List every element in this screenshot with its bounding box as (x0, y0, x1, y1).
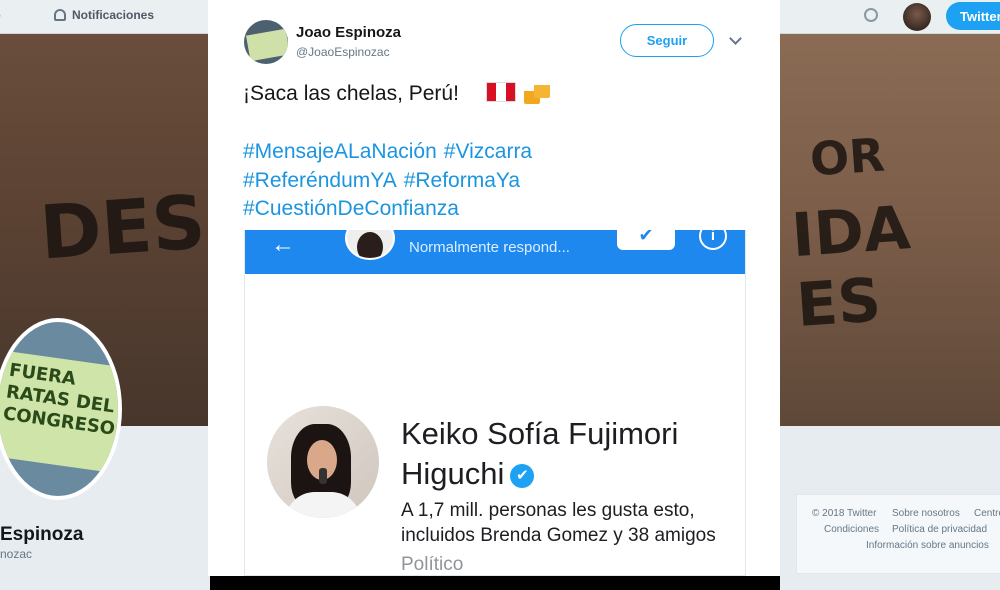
author-name[interactable]: Joao Espinoza (296, 24, 401, 41)
footer-link-terms[interactable]: Condiciones (824, 524, 879, 535)
page-likes-text: A 1,7 mill. personas les gusta esto, inc… (401, 500, 716, 546)
hashtag-link[interactable]: #ReferéndumYA (243, 169, 397, 192)
hashtag-line-2: #ReferéndumYA #ReformaYa (243, 167, 539, 196)
hashtag-line-1: #MensajeALaNación #Vizcarra (243, 138, 539, 167)
messenger-contact-avatar (345, 230, 395, 260)
author-handle[interactable]: @JoaoEspinozac (296, 45, 390, 59)
tweet-modal: Joao Espinoza @JoaoEspinozac Seguir ¡Sac… (208, 0, 780, 576)
flag-stripe-center (496, 83, 506, 101)
microphone-icon (319, 468, 327, 484)
verified-badge-icon: ✔ (510, 464, 535, 488)
profile-avatar[interactable]: FUERA RATAS DEL CONGRESO (0, 318, 122, 500)
nav-item-home[interactable]: icio (0, 8, 1, 22)
footer-copyright: © 2018 Twitter (812, 508, 877, 519)
profile-handle: nozac (0, 547, 33, 561)
header-photo-right: OR IDA ES (780, 34, 1000, 426)
page-name: Keiko Sofía Fujimori Higuchi ✔ (401, 414, 678, 494)
footer-link-ads-info[interactable]: Información sobre anuncios (866, 540, 989, 551)
flag-stripe-right (505, 83, 515, 101)
profile-name[interactable]: Espinoza (0, 524, 83, 546)
page-name-line-2: Higuchi (401, 456, 505, 491)
protest-sign: FUERA RATAS DEL CONGRESO (0, 349, 118, 473)
info-icon: i (699, 230, 727, 250)
search-icon[interactable] (864, 8, 878, 22)
nav-item-notifications[interactable]: Notificaciones (54, 8, 154, 22)
author-avatar-sign (246, 28, 288, 62)
author-avatar[interactable] (244, 20, 288, 64)
page-name-line-1: Keiko Sofía Fujimori (401, 416, 679, 451)
tweet-button[interactable]: Twitter (946, 2, 1000, 30)
checkmark-icon: ✔ (617, 230, 675, 250)
messenger-header: ← Normalmente respond... ✔ i (245, 230, 745, 274)
bell-icon (54, 9, 66, 21)
footer-link-about[interactable]: Sobre nosotros (892, 508, 960, 519)
footer-link-help[interactable]: Centro (974, 508, 1000, 519)
beer-mug-2 (534, 80, 550, 98)
graffiti-text-right-2: IDA ES (789, 193, 913, 342)
follow-button[interactable]: Seguir (620, 24, 714, 57)
page-name-line-2-wrapper: Higuchi ✔ (401, 454, 678, 494)
hashtag-block: #MensajeALaNación #Vizcarra #ReferéndumYA… (243, 138, 539, 224)
hashtag-link[interactable]: #MensajeALaNación (243, 140, 437, 163)
footer-link-privacy[interactable]: Política de privacidad (892, 524, 987, 535)
tweet-text: ¡Saca las chelas, Perú! (243, 82, 459, 105)
graffiti-text-right-1: OR (808, 127, 887, 187)
attached-screenshot[interactable]: ← Normalmente respond... ✔ i Keiko Sofía… (244, 230, 746, 576)
hashtag-link[interactable]: #ReformaYa (404, 169, 520, 192)
hashtag-link[interactable]: #CuestiónDeConfianza (243, 197, 459, 220)
back-arrow-icon: ← (271, 231, 295, 258)
hashtag-link[interactable]: #Vizcarra (444, 140, 532, 163)
chevron-down-icon[interactable] (729, 32, 742, 45)
page-category: Político (401, 554, 464, 575)
hashtag-line-3: #CuestiónDeConfianza (243, 195, 539, 224)
flag-stripe-left (487, 83, 497, 101)
notifications-label: Notificaciones (72, 8, 155, 22)
beer-mugs-emoji (522, 76, 552, 106)
page-profile-photo (267, 406, 379, 518)
peru-flag-emoji (486, 82, 516, 102)
graffiti-text-left: DESI (37, 177, 236, 277)
nav-user-avatar[interactable] (903, 3, 931, 31)
messenger-status-text: Normalmente respond... (409, 239, 570, 256)
